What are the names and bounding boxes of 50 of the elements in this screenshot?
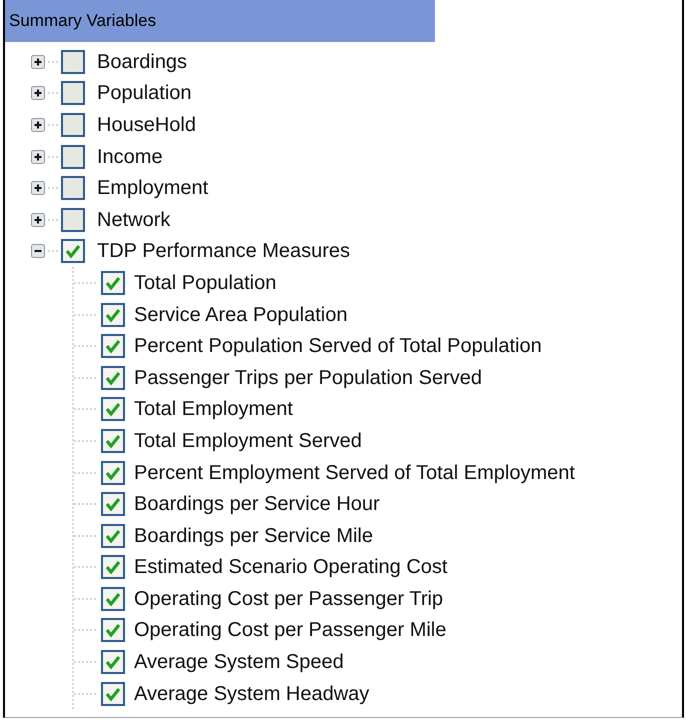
checkbox[interactable] xyxy=(61,81,85,106)
tree-item-label[interactable]: Estimated Scenario Operating Cost xyxy=(134,557,448,578)
checkbox[interactable] xyxy=(101,460,125,485)
checkbox[interactable] xyxy=(101,366,125,390)
checkbox[interactable] xyxy=(101,586,125,611)
panel-header: Summary Variables xyxy=(5,0,435,42)
checkbox[interactable] xyxy=(101,524,125,548)
tree-item-label[interactable]: Operating Cost per Passenger Mile xyxy=(134,620,446,640)
expand-icon[interactable] xyxy=(31,181,45,196)
checkbox[interactable] xyxy=(101,618,125,642)
checkbox[interactable] xyxy=(101,397,125,422)
expand-icon[interactable] xyxy=(31,54,45,69)
checkbox[interactable] xyxy=(101,555,125,580)
checkbox[interactable] xyxy=(61,112,85,137)
tree-item-label[interactable]: Population xyxy=(97,83,192,104)
expand-icon[interactable] xyxy=(31,86,45,100)
tree-item-label[interactable]: Boardings per Service Hour xyxy=(134,494,380,514)
checkbox[interactable] xyxy=(101,682,125,706)
tree-item-label[interactable]: Total Employment Served xyxy=(134,430,362,451)
tree-item-label[interactable]: Operating Cost per Passenger Trip xyxy=(134,588,444,609)
expand-icon[interactable] xyxy=(31,212,45,227)
tree-item-label[interactable]: HouseHold xyxy=(97,114,196,135)
collapse-icon[interactable] xyxy=(31,244,45,258)
checkbox[interactable] xyxy=(61,239,85,264)
tree-item-label[interactable]: Income xyxy=(97,146,163,167)
tree-item-label[interactable]: Boardings per Service Mile xyxy=(134,526,373,546)
checkbox[interactable] xyxy=(61,144,85,169)
tree-item-label[interactable]: Percent Population Served of Total Population xyxy=(134,336,542,356)
tree-item-label[interactable]: Service Area Population xyxy=(134,304,348,325)
checkbox[interactable] xyxy=(101,650,125,674)
checkbox[interactable] xyxy=(101,334,125,358)
tree-item-label[interactable]: TDP Performance Measures xyxy=(97,241,350,262)
tree-item-label[interactable]: Total Population xyxy=(134,272,276,293)
checkbox[interactable] xyxy=(61,176,85,200)
tree-item-label[interactable]: Total Employment xyxy=(134,399,293,420)
tree-item-label[interactable]: Network xyxy=(97,210,170,230)
checkbox[interactable] xyxy=(101,492,125,516)
checkbox[interactable] xyxy=(101,270,125,295)
expand-icon[interactable] xyxy=(31,150,45,164)
tree-item-label[interactable]: Percent Employment Served of Total Employment xyxy=(134,462,575,483)
checkbox[interactable] xyxy=(61,208,85,232)
tree-item-label[interactable]: Average System Speed xyxy=(134,652,344,672)
tree-item-label[interactable]: Boardings xyxy=(97,52,188,72)
tree-item-label[interactable]: Passenger Trips per Population Served xyxy=(134,368,482,388)
expand-icon[interactable] xyxy=(31,118,45,132)
checkbox[interactable] xyxy=(61,50,85,74)
checkbox[interactable] xyxy=(101,302,125,327)
tree-item-label[interactable]: Employment xyxy=(97,178,208,198)
tree-item-label[interactable]: Average System Headway xyxy=(134,684,370,704)
checkbox[interactable] xyxy=(101,428,125,453)
